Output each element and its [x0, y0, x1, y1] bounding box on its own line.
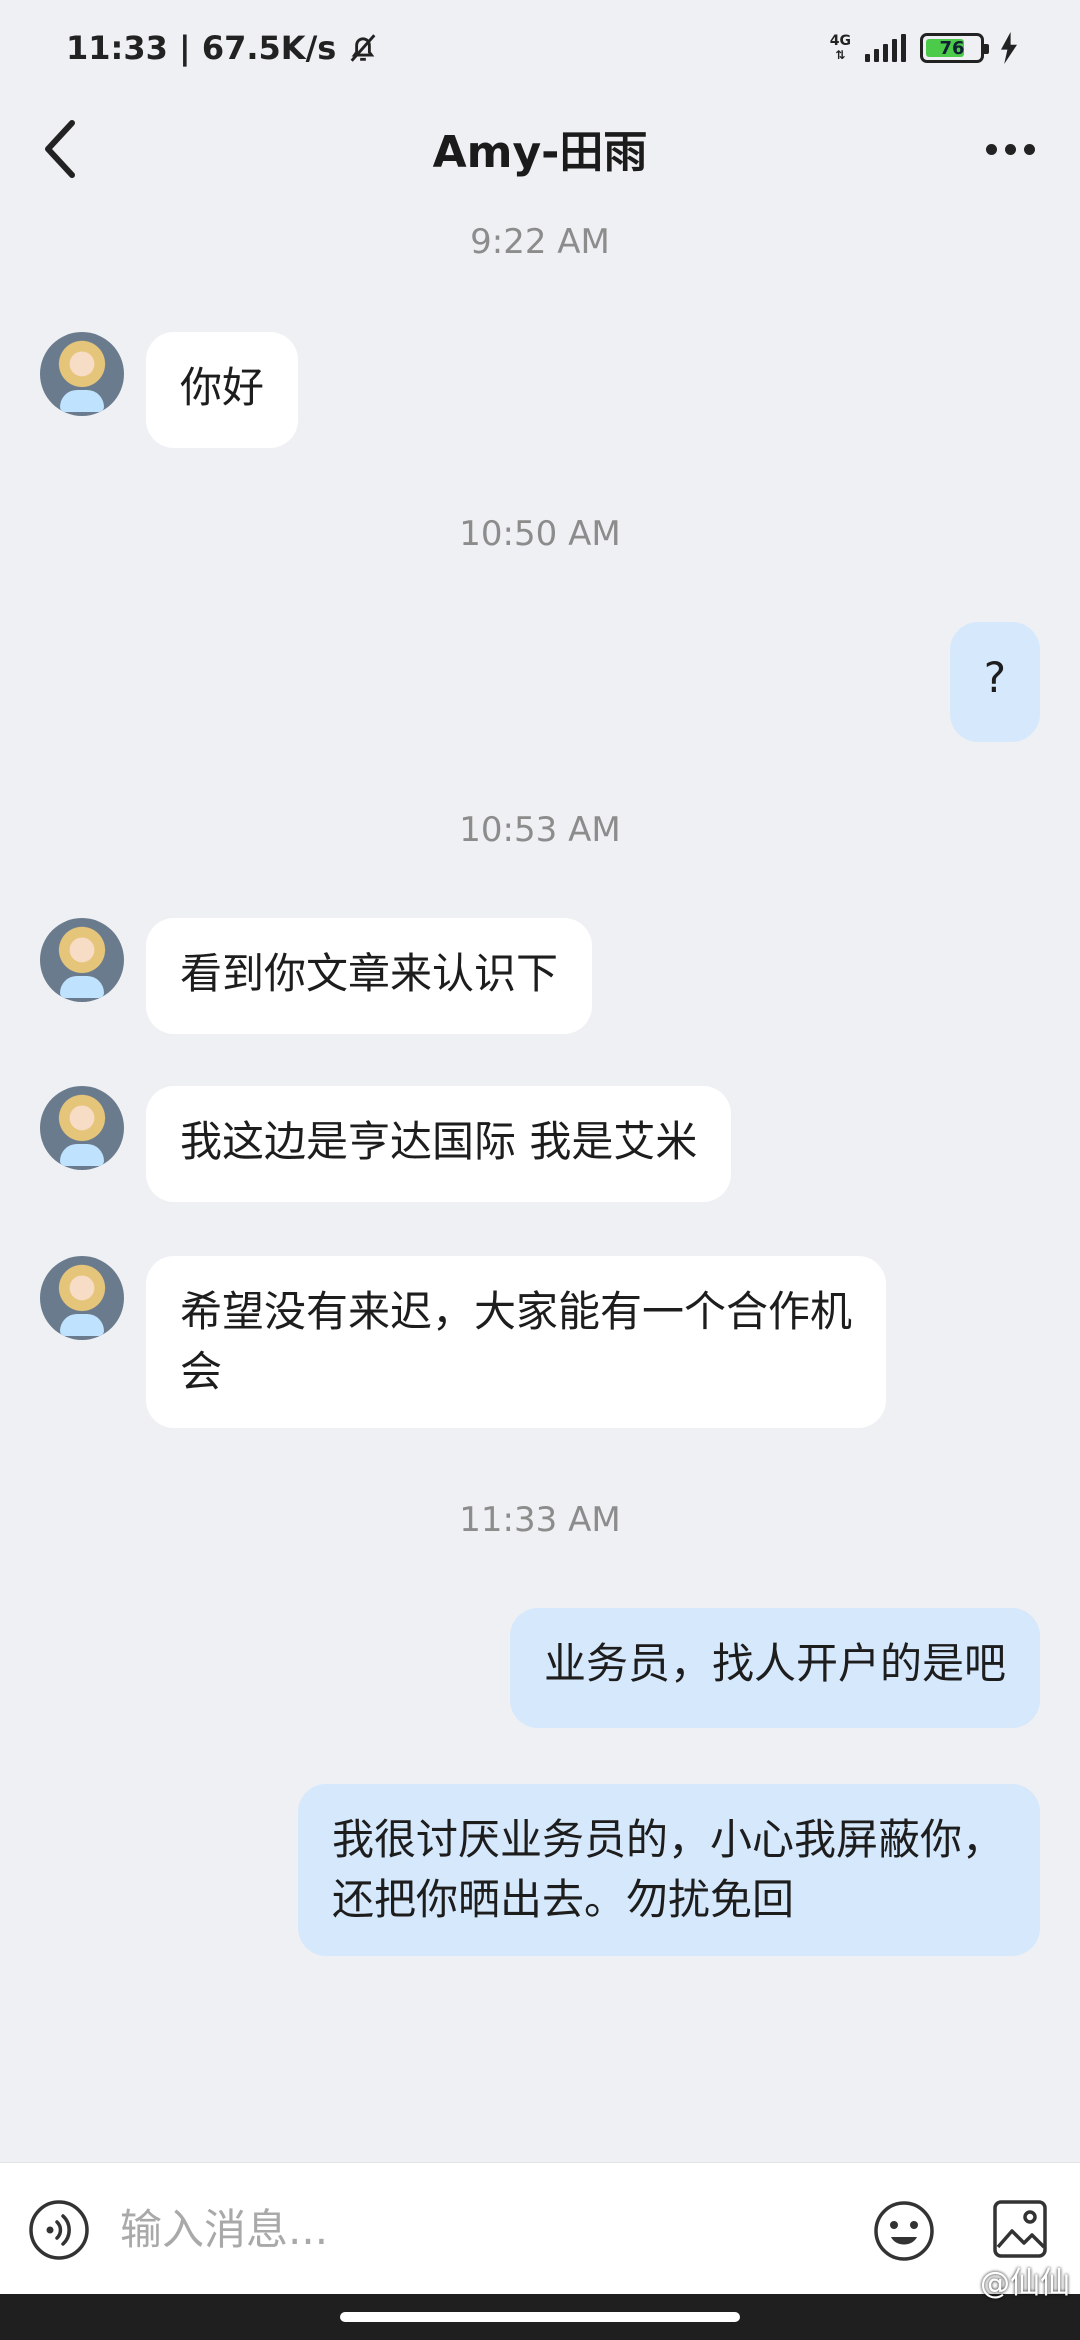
- timestamp: 9:22 AM: [470, 222, 610, 262]
- status-left: 11:33 | 67.5K/s: [66, 29, 380, 67]
- navigation-bar: [0, 2294, 1080, 2340]
- watermark: @仙仙: [980, 2266, 1070, 2301]
- chat-header: Amy-田雨: [0, 96, 1080, 200]
- status-time-speed: 11:33 | 67.5K/s: [66, 29, 337, 67]
- incoming-message: 希望没有来迟，大家能有一个合作机会: [40, 1256, 886, 1428]
- chevron-left-icon: [45, 120, 75, 178]
- avatar[interactable]: [40, 1256, 124, 1340]
- status-bar: 11:33 | 67.5K/s 4G ⇅ 76: [0, 0, 1080, 96]
- voice-button[interactable]: [28, 2199, 90, 2261]
- avatar[interactable]: [40, 1086, 124, 1170]
- home-indicator[interactable]: [340, 2312, 740, 2322]
- chat-title: Amy-田雨: [432, 127, 648, 178]
- message-bubble[interactable]: 业务员，找人开户的是吧: [509, 1608, 1040, 1728]
- message-bubble[interactable]: 你好: [146, 332, 299, 448]
- timestamp: 11:33 AM: [459, 1500, 621, 1540]
- avatar[interactable]: [40, 332, 124, 416]
- more-options-button[interactable]: [970, 114, 1050, 184]
- image-button[interactable]: [992, 2199, 1048, 2259]
- message-bubble[interactable]: 我很讨厌业务员的，小心我屏蔽你，还把你晒出去。勿扰免回: [298, 1784, 1040, 1956]
- bell-muted-icon: [350, 34, 376, 62]
- incoming-message: 看到你文章来认识下: [40, 918, 593, 1034]
- message-bubble[interactable]: 我这边是亨达国际 我是艾米: [146, 1086, 732, 1202]
- outgoing-message: 业务员，找人开户的是吧: [509, 1608, 1040, 1728]
- battery-level: 76: [939, 37, 965, 59]
- more-dot: [1004, 143, 1016, 155]
- charging-icon: [1001, 32, 1017, 64]
- message-input[interactable]: [118, 2193, 838, 2265]
- image-icon: [993, 2200, 1047, 2258]
- more-dot: [1023, 143, 1035, 155]
- voice-icon: [29, 2200, 89, 2260]
- outgoing-message: ?: [949, 622, 1040, 742]
- signal-icon: [865, 34, 906, 62]
- emoji-icon: [874, 2201, 934, 2261]
- input-bar: [0, 2162, 1080, 2294]
- message-bubble[interactable]: 看到你文章来认识下: [146, 918, 593, 1034]
- message-bubble[interactable]: 希望没有来迟，大家能有一个合作机会: [146, 1256, 886, 1428]
- back-button[interactable]: [30, 114, 90, 184]
- network-type: 4G ⇅: [829, 33, 851, 62]
- battery-icon: 76: [920, 33, 989, 63]
- emoji-button[interactable]: [872, 2199, 936, 2263]
- incoming-message: 你好: [40, 332, 299, 448]
- timestamp: 10:53 AM: [459, 810, 621, 850]
- incoming-message: 我这边是亨达国际 我是艾米: [40, 1086, 732, 1202]
- avatar[interactable]: [40, 918, 124, 1002]
- outgoing-message: 我很讨厌业务员的，小心我屏蔽你，还把你晒出去。勿扰免回: [298, 1784, 1040, 1956]
- message-bubble[interactable]: ?: [949, 622, 1040, 742]
- network-label: 4G: [829, 33, 851, 49]
- more-dot: [985, 143, 997, 155]
- timestamp: 10:50 AM: [459, 514, 621, 554]
- message-list[interactable]: 9:22 AM 你好 10:50 AM ? 10:53 AM 看到你文章来认识下…: [0, 200, 1080, 2160]
- status-right: 4G ⇅ 76: [830, 32, 1020, 64]
